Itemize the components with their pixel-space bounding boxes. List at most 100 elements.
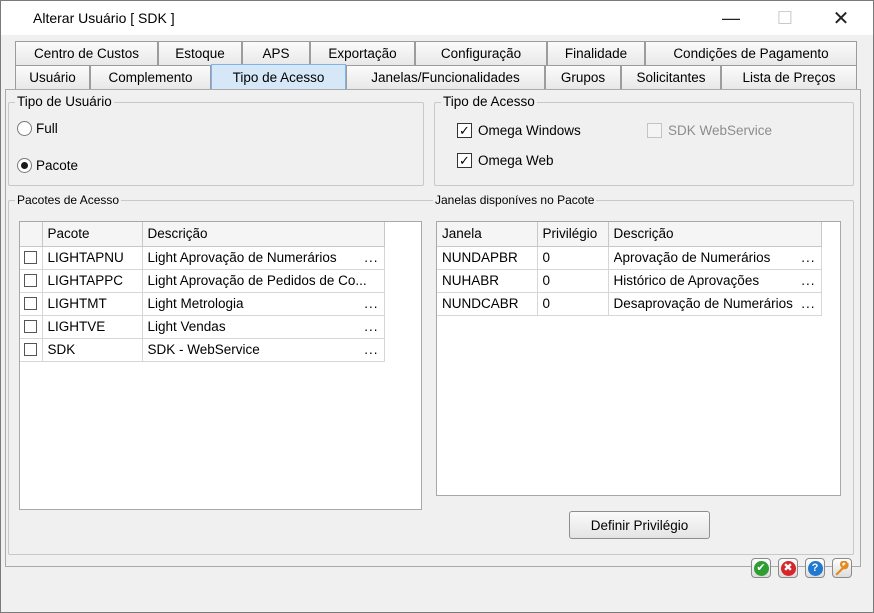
tab-tipo-de-acesso[interactable]: Tipo de Acesso [211, 64, 346, 90]
privilegio-cell[interactable]: 0 [537, 246, 609, 270]
janelas-grid[interactable]: Janela Privilégio Descrição NUNDAPBR 0 A… [436, 221, 841, 496]
table-row[interactable]: LIGHTAPNU Light Aprovação de Numerários.… [20, 246, 385, 270]
cancel-button[interactable]: ✖ [778, 558, 798, 578]
janelas-header-privilegio[interactable]: Privilégio [537, 222, 609, 247]
descricao-cell[interactable]: Aprovação de Numerários... [608, 246, 822, 270]
confirm-icon: ✔ [753, 560, 769, 576]
help-button[interactable]: ? [805, 558, 825, 578]
descricao-text: Histórico de Aprovações [613, 273, 760, 288]
descricao-text: Desaprovação de Numerários [613, 296, 793, 311]
descricao-cell[interactable]: Light Aprovação de Numerários... [142, 246, 385, 270]
sdk-webservice-checkbox [647, 123, 662, 138]
row-checkbox-cell[interactable] [20, 292, 43, 316]
ellipsis-button[interactable]: ... [801, 296, 815, 311]
tab-grupos[interactable]: Grupos [545, 65, 621, 89]
table-row[interactable]: LIGHTVE Light Vendas... [20, 315, 385, 339]
tab-solicitantes[interactable]: Solicitantes [621, 65, 721, 89]
pacote-cell[interactable]: LIGHTAPNU [42, 246, 143, 270]
close-button[interactable]: ✕ [819, 1, 863, 35]
radio-pacote-indicator[interactable] [17, 158, 32, 173]
definir-privilegio-button[interactable]: Definir Privilégio [569, 511, 710, 539]
omega-windows-label: Omega Windows [478, 123, 581, 138]
privilegio-cell[interactable]: 0 [537, 292, 609, 316]
minimize-button[interactable]: — [709, 1, 753, 35]
pacote-cell[interactable]: SDK [42, 338, 143, 362]
tab-finalidade[interactable]: Finalidade [547, 41, 645, 65]
row-checkbox[interactable] [24, 251, 38, 264]
table-row[interactable]: LIGHTAPPC Light Aprovação de Pedidos de … [20, 269, 385, 293]
janela-cell[interactable]: NUNDCABR [437, 292, 538, 316]
row-checkbox-cell[interactable] [20, 338, 43, 362]
descricao-cell[interactable]: Light Aprovação de Pedidos de Co... [142, 269, 385, 293]
maximize-button[interactable]: ☐ [763, 1, 807, 35]
row-checkbox[interactable] [24, 297, 38, 310]
sdk-webservice-label: SDK WebService [668, 123, 773, 138]
minimize-icon: — [722, 7, 740, 28]
cancel-icon: ✖ [780, 560, 796, 576]
pacotes-header-pacote[interactable]: Pacote [42, 222, 143, 247]
table-row[interactable]: NUNDCABR 0 Desaprovação de Numerários... [437, 292, 822, 316]
row-checkbox[interactable] [24, 320, 38, 333]
ellipsis-button[interactable]: ... [364, 296, 378, 311]
descricao-cell[interactable]: Histórico de Aprovações... [608, 269, 822, 293]
pacotes-grid[interactable]: Pacote Descrição LIGHTAPNU Light Aprovaç… [19, 221, 422, 510]
pacote-cell[interactable]: LIGHTAPPC [42, 269, 143, 293]
ellipsis-button[interactable]: ... [801, 250, 815, 265]
ellipsis-button[interactable]: ... [364, 342, 378, 357]
tab-configuracao[interactable]: Configuração [415, 41, 547, 65]
row-checkbox-cell[interactable] [20, 269, 43, 293]
ellipsis-button[interactable]: ... [801, 273, 815, 288]
omega-windows-checkbox[interactable]: ✓ [457, 123, 472, 138]
janelas-legend: Janelas disponíves no Pacote [433, 193, 597, 207]
privilegio-cell[interactable]: 0 [537, 269, 609, 293]
tab-complemento[interactable]: Complemento [90, 65, 211, 89]
pacotes-header-descricao[interactable]: Descrição [142, 222, 385, 247]
radio-full[interactable]: Full [17, 121, 58, 136]
descricao-cell[interactable]: Desaprovação de Numerários... [608, 292, 822, 316]
janelas-header-descricao[interactable]: Descrição [608, 222, 822, 247]
pacote-cell[interactable]: LIGHTVE [42, 315, 143, 339]
table-row[interactable]: NUNDAPBR 0 Aprovação de Numerários... [437, 246, 822, 270]
tipo-usuario-group: Tipo de Usuário Full Pacote [8, 94, 424, 186]
tab-janelas-funcionalidades[interactable]: Janelas/Funcionalidades [346, 65, 545, 89]
radio-full-indicator[interactable] [17, 121, 32, 136]
tab-exportacao[interactable]: Exportação [310, 41, 415, 65]
row-checkbox-cell[interactable] [20, 246, 43, 270]
title-bar: Alterar Usuário [ SDK ] — ☐ ✕ [1, 1, 873, 35]
tab-condicoes-de-pagamento[interactable]: Condições de Pagamento [645, 41, 857, 65]
janela-cell[interactable]: NUHABR [437, 269, 538, 293]
pacote-cell[interactable]: LIGHTMT [42, 292, 143, 316]
checkbox-omega-windows[interactable]: ✓ Omega Windows [457, 123, 581, 138]
tab-lista-de-precos[interactable]: Lista de Preços [721, 65, 857, 89]
checkbox-omega-web[interactable]: ✓ Omega Web [457, 153, 554, 168]
descricao-text: Light Metrologia [147, 296, 244, 311]
row-checkbox[interactable] [24, 274, 38, 287]
radio-full-label: Full [36, 121, 58, 136]
table-row[interactable]: NUHABR 0 Histórico de Aprovações... [437, 269, 822, 293]
janelas-header-janela[interactable]: Janela [437, 222, 538, 247]
checkbox-sdk-webservice: SDK WebService [647, 123, 772, 138]
confirm-button[interactable]: ✔ [751, 558, 771, 578]
ellipsis-button[interactable]: ... [364, 319, 378, 334]
ellipsis-button[interactable]: ... [364, 250, 378, 265]
omega-web-checkbox[interactable]: ✓ [457, 153, 472, 168]
descricao-text: Aprovação de Numerários [613, 250, 771, 265]
janela-cell[interactable]: NUNDAPBR [437, 246, 538, 270]
table-row[interactable]: LIGHTMT Light Metrologia... [20, 292, 385, 316]
descricao-cell[interactable]: Light Vendas... [142, 315, 385, 339]
radio-pacote-label: Pacote [36, 158, 79, 173]
descricao-cell[interactable]: Light Metrologia... [142, 292, 385, 316]
tab-usuario[interactable]: Usuário [15, 65, 90, 89]
row-checkbox[interactable] [24, 343, 38, 356]
descricao-text: Light Aprovação de Numerários [147, 250, 337, 265]
tab-aps[interactable]: APS [242, 41, 310, 65]
row-checkbox-cell[interactable] [20, 315, 43, 339]
pacotes-legend: Pacotes de Acesso [15, 193, 122, 207]
radio-pacote[interactable]: Pacote [17, 158, 78, 173]
tab-centro-de-custos[interactable]: Centro de Custos [15, 41, 158, 65]
table-row[interactable]: SDK SDK - WebService... [20, 338, 385, 362]
descricao-text: Light Aprovação de Pedidos de Co... [147, 273, 367, 288]
descricao-cell[interactable]: SDK - WebService... [142, 338, 385, 362]
tab-estoque[interactable]: Estoque [158, 41, 242, 65]
tools-button[interactable] [832, 558, 852, 578]
